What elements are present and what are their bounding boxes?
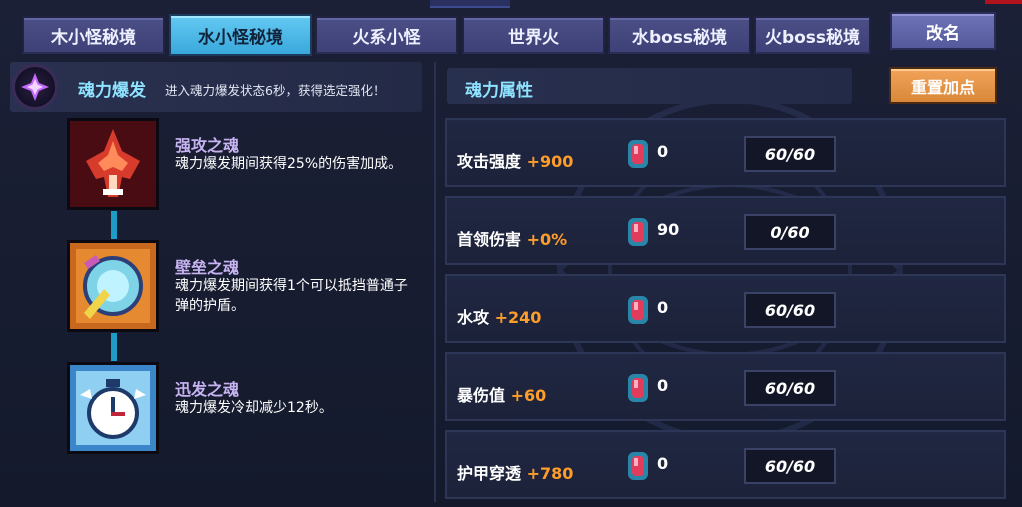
attribute-name: 暴伤值 [457,386,506,405]
soul-burst-panel: 魂力爆发 进入魂力爆发状态6秒，获得选定强化！ 强攻之魂 魂力爆发期间获得25%… [10,58,425,498]
soul-option-assault[interactable]: 强攻之魂 魂力爆发期间获得25%的伤害加成。 [67,118,422,210]
soul-title: 壁垒之魂 [175,258,240,277]
reset-points-button[interactable]: 重置加点 [889,67,997,104]
rename-button[interactable]: 改名 [890,12,996,50]
tab-bar: 木小怪秘境 水小怪秘境 火系小怪 世界火 水boss秘境 火boss秘境 [22,14,882,56]
attribute-name: 首领伤害 [457,230,522,249]
soul-connector [111,333,117,361]
attribute-row: 攻击强度 +900 0 60/60 [445,118,1006,187]
shield-orb-icon [67,240,159,332]
panel-divider [434,62,436,502]
attribute-row: 水攻 +240 0 60/60 [445,274,1006,343]
attribute-row: 暴伤值 +60 0 60/60 [445,352,1006,421]
soul-title: 迅发之魂 [175,380,240,399]
soul-gem-icon [628,296,648,324]
attribute-bonus: +900 [526,152,574,171]
top-red-strip [985,0,1022,4]
attribute-level[interactable]: 60/60 [744,136,836,172]
tab-fire-boss-realm[interactable]: 火boss秘境 [754,16,871,54]
gem-count: 90 [657,220,680,239]
gem-count: 0 [657,376,669,395]
attribute-name: 攻击强度 [457,152,522,171]
soul-connector [111,211,117,239]
soul-gem-icon [628,218,648,246]
soul-power-screen: 木小怪秘境 水小怪秘境 火系小怪 世界火 水boss秘境 火boss秘境 改名 … [0,0,1022,507]
soul-gem-icon [628,452,648,480]
soul-burst-description: 进入魂力爆发状态6秒，获得选定强化！ [165,83,386,98]
clock-icon [67,362,159,454]
red-ship-icon [67,118,159,210]
attribute-label: 水攻 +240 [457,304,541,328]
gem-count: 0 [657,454,669,473]
gem-count: 0 [657,142,669,161]
tab-water-boss-realm[interactable]: 水boss秘境 [608,16,751,54]
attribute-level[interactable]: 60/60 [744,292,836,328]
attribute-bonus: +60 [510,386,547,405]
soul-burst-icon [12,64,58,110]
attribute-bonus: +240 [494,308,542,327]
top-frame-strip [430,0,510,8]
attribute-row: 护甲穿透 +780 0 60/60 [445,430,1006,499]
soul-gem-icon [628,140,648,168]
tab-world-fire[interactable]: 世界火 [462,16,605,54]
soul-burst-header: 魂力爆发 进入魂力爆发状态6秒，获得选定强化！ [10,62,422,112]
attribute-row: 首领伤害 +0% 90 0/60 [445,196,1006,265]
attribute-level[interactable]: 0/60 [744,214,836,250]
soul-option-bulwark[interactable]: 壁垒之魂 魂力爆发期间获得1个可以抵挡普通子弹的护盾。 [67,240,422,332]
tab-water-minion-realm[interactable]: 水小怪秘境 [169,14,312,56]
attribute-label: 攻击强度 +900 [457,148,573,172]
attribute-label: 首领伤害 +0% [457,226,567,250]
attribute-label: 护甲穿透 +780 [457,460,573,484]
attribute-bonus: +780 [526,464,574,483]
attribute-level[interactable]: 60/60 [744,448,836,484]
attribute-name: 水攻 [457,308,490,327]
soul-option-swift[interactable]: 迅发之魂 魂力爆发冷却减少12秒。 [67,362,422,454]
soul-burst-title: 魂力爆发 [78,81,146,101]
attribute-bonus: +0% [526,230,568,249]
soul-description: 魂力爆发冷却减少12秒。 [175,400,333,416]
attribute-name: 护甲穿透 [457,464,522,483]
attribute-label: 暴伤值 +60 [457,382,546,406]
attribute-level[interactable]: 60/60 [744,370,836,406]
soul-description: 魂力爆发期间获得25%的伤害加成。 [175,156,403,172]
tab-fire-minion[interactable]: 火系小怪 [315,16,458,54]
attributes-header: 魂力属性 [447,68,852,104]
gem-count: 0 [657,298,669,317]
tab-wood-minion-realm[interactable]: 木小怪秘境 [22,16,165,54]
attributes-title: 魂力属性 [465,81,533,101]
soul-title: 强攻之魂 [175,136,240,155]
soul-gem-icon [628,374,648,402]
soul-description: 魂力爆发期间获得1个可以抵挡普通子弹的护盾。 [175,278,408,314]
